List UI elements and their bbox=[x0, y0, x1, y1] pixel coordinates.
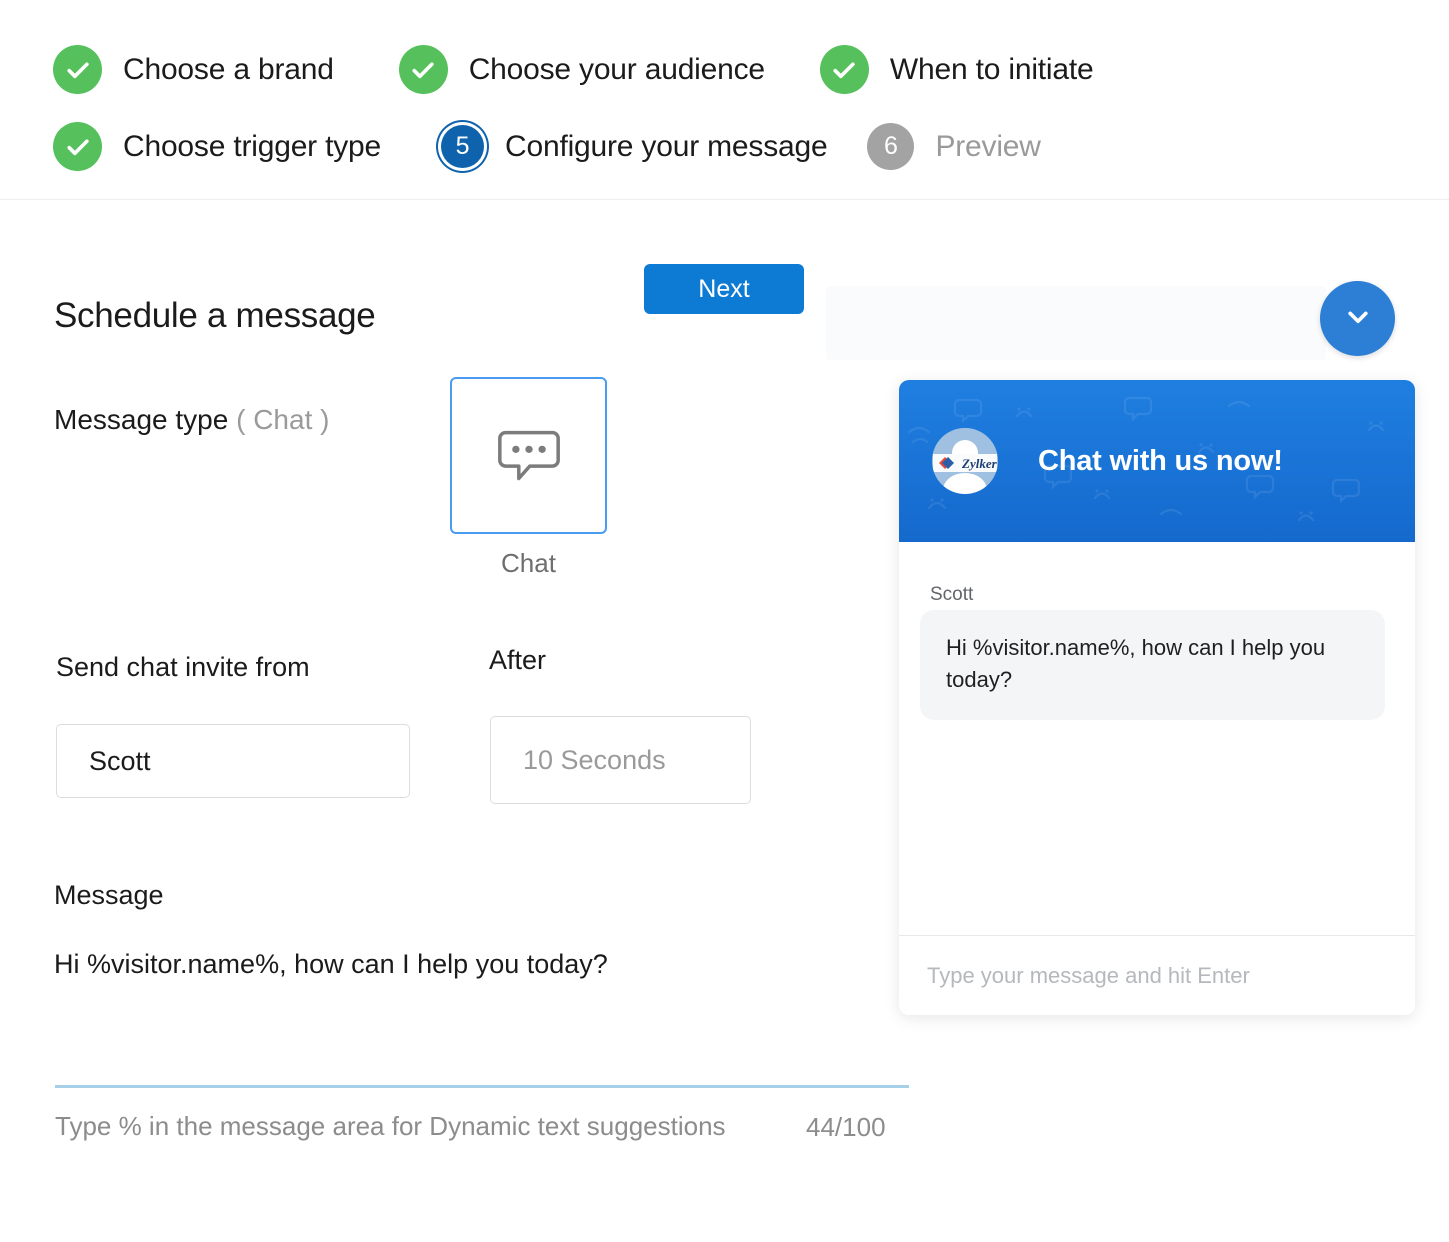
message-type-label-text: Message type bbox=[54, 404, 228, 435]
step-label: Choose trigger type bbox=[123, 130, 381, 164]
step-label: Configure your message bbox=[505, 130, 827, 164]
message-underline bbox=[55, 1085, 909, 1088]
step-configure-your-message[interactable]: 5 Configure your message bbox=[441, 125, 827, 168]
chat-input-placeholder: Type your message and hit Enter bbox=[927, 963, 1250, 989]
message-type-option-chat[interactable] bbox=[450, 377, 607, 534]
message-textarea[interactable]: Hi %visitor.name%, how can I help you to… bbox=[54, 946, 884, 982]
step-number-badge: 5 bbox=[441, 125, 484, 168]
step-choose-trigger-type[interactable]: Choose trigger type bbox=[53, 122, 381, 171]
step-label: Choose your audience bbox=[469, 53, 765, 87]
message-type-option-label: Chat bbox=[450, 548, 607, 579]
stepper-row-2: Choose trigger type 5 Configure your mes… bbox=[53, 122, 1041, 171]
svg-text:Zylker: Zylker bbox=[961, 456, 998, 471]
step-label: Preview bbox=[935, 130, 1040, 164]
step-preview[interactable]: 6 Preview bbox=[867, 123, 1040, 170]
step-choose-a-brand[interactable]: Choose a brand bbox=[53, 45, 334, 94]
send-from-label: Send chat invite from bbox=[56, 652, 310, 683]
check-icon bbox=[53, 45, 102, 94]
check-icon bbox=[53, 122, 102, 171]
chat-widget-title: Chat with us now! bbox=[1038, 445, 1283, 478]
send-from-input[interactable]: Scott bbox=[56, 724, 410, 798]
step-label: Choose a brand bbox=[123, 53, 334, 87]
step-choose-your-audience[interactable]: Choose your audience bbox=[399, 45, 765, 94]
chat-widget-preview: Zylker Chat with us now! Scott Hi %visit… bbox=[899, 380, 1415, 1015]
message-type-value: ( Chat ) bbox=[236, 404, 329, 435]
next-button-label: Next bbox=[698, 275, 749, 304]
chat-message-input[interactable]: Type your message and hit Enter bbox=[899, 935, 1415, 1015]
page-title: Schedule a message bbox=[54, 296, 375, 336]
chat-message-bubble: Hi %visitor.name%, how can I help you to… bbox=[920, 610, 1385, 720]
message-type-label: Message type ( Chat ) bbox=[54, 404, 329, 436]
app-root: Choose a brand Choose your audience When… bbox=[0, 0, 1449, 1242]
step-label: When to initiate bbox=[890, 53, 1094, 87]
message-label: Message bbox=[54, 880, 164, 911]
step-when-to-initiate[interactable]: When to initiate bbox=[820, 45, 1094, 94]
next-button[interactable]: Next bbox=[644, 264, 804, 314]
chat-bubble-icon bbox=[494, 418, 564, 493]
step-number-badge: 6 bbox=[867, 123, 914, 170]
check-icon bbox=[399, 45, 448, 94]
background-panel bbox=[826, 286, 1326, 360]
collapse-preview-button[interactable] bbox=[1320, 281, 1395, 356]
wizard-stepper: Choose a brand Choose your audience When… bbox=[0, 0, 1449, 200]
check-icon bbox=[820, 45, 869, 94]
chat-message-sender: Scott bbox=[930, 584, 973, 606]
after-label: After bbox=[489, 645, 546, 676]
character-counter: 44/100 bbox=[806, 1112, 886, 1143]
chevron-down-icon bbox=[1341, 300, 1375, 337]
after-delay-input[interactable]: 10 Seconds bbox=[490, 716, 751, 804]
user-avatar-icon: Zylker bbox=[932, 428, 998, 494]
chat-widget-header: Zylker Chat with us now! bbox=[899, 380, 1415, 542]
stepper-row-1: Choose a brand Choose your audience When… bbox=[53, 45, 1093, 94]
dynamic-text-hint: Type % in the message area for Dynamic t… bbox=[55, 1108, 735, 1146]
chat-widget-body: Scott Hi %visitor.name%, how can I help … bbox=[899, 542, 1415, 935]
